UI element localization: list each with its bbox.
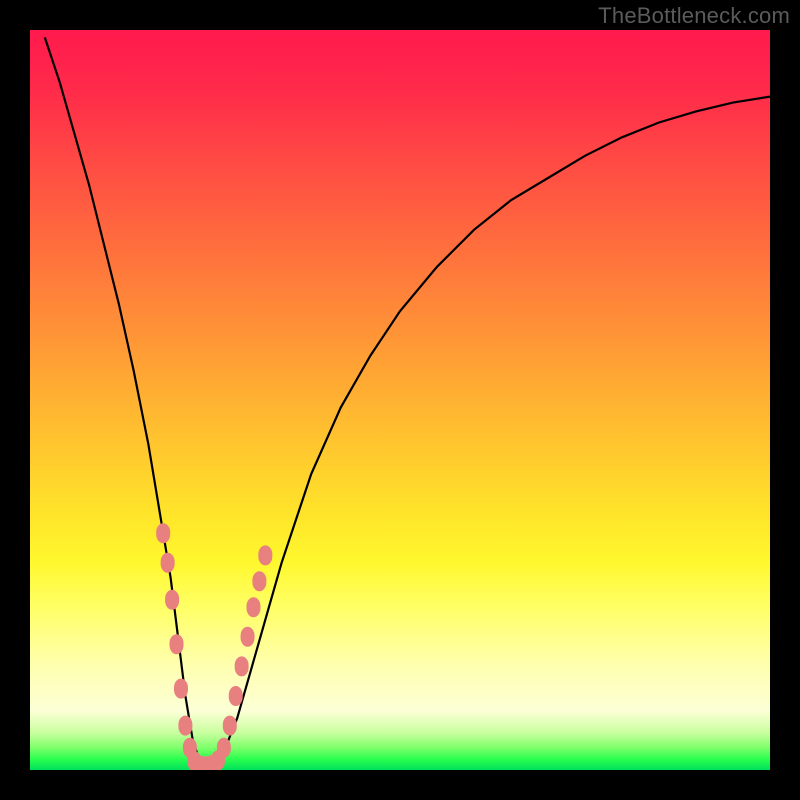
watermark-text: TheBottleneck.com xyxy=(598,3,790,29)
marker-point xyxy=(252,571,266,591)
marker-point xyxy=(161,553,175,573)
marker-point xyxy=(178,716,192,736)
bottleneck-curve xyxy=(45,37,770,766)
marker-point xyxy=(174,679,188,699)
marker-point xyxy=(241,627,255,647)
marker-point xyxy=(246,597,260,617)
marker-point xyxy=(165,590,179,610)
marker-point xyxy=(258,545,272,565)
chart-svg xyxy=(30,30,770,770)
marker-point xyxy=(170,634,184,654)
highlight-markers xyxy=(156,523,272,770)
marker-point xyxy=(156,523,170,543)
outer-frame: TheBottleneck.com xyxy=(0,0,800,800)
marker-point xyxy=(217,738,231,758)
marker-point xyxy=(223,716,237,736)
marker-point xyxy=(235,656,249,676)
plot-area xyxy=(30,30,770,770)
marker-point xyxy=(229,686,243,706)
